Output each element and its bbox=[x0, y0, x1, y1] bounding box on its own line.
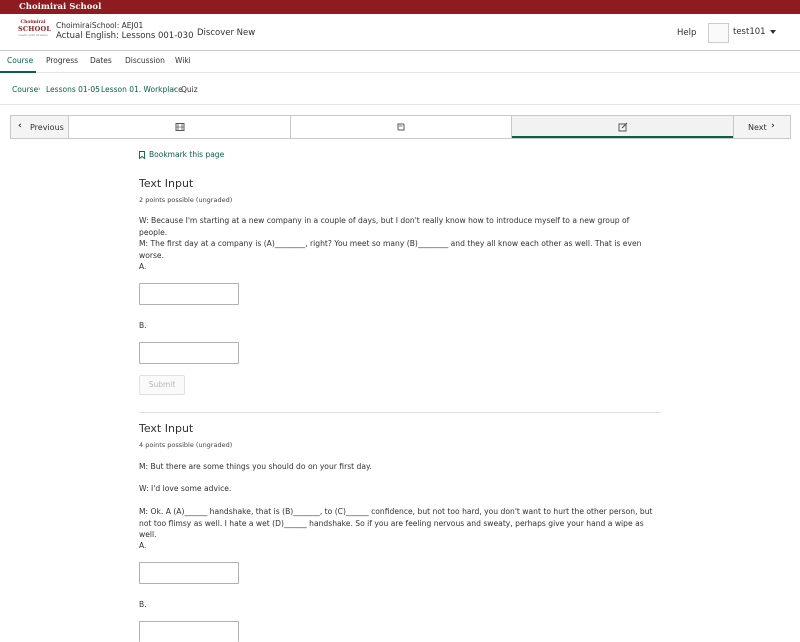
input-label-a: A. bbox=[139, 541, 147, 550]
brand-bar: Choimirai School bbox=[0, 0, 800, 14]
problem-points: 2 points possible (ungraded) bbox=[139, 196, 233, 204]
bookmark-label: Bookmark this page bbox=[149, 150, 225, 159]
help-link[interactable]: Help bbox=[677, 28, 696, 38]
breadcrumb-section[interactable]: Lessons 01-05 bbox=[46, 85, 100, 94]
problem-text: M: The first day at a company is (A)____… bbox=[139, 239, 642, 260]
course-org: ChoimiraiSchool: AEJ01 bbox=[56, 21, 144, 30]
edit-icon bbox=[618, 122, 628, 132]
book-icon bbox=[397, 123, 405, 131]
breadcrumb: Course › Lessons 01-05 › Lesson 01. Work… bbox=[0, 73, 800, 105]
breadcrumb-current: Quiz bbox=[181, 85, 198, 94]
problem-text: W: Because I'm starting at a new company… bbox=[139, 216, 630, 237]
breadcrumb-subsection[interactable]: Lesson 01. Workplace bbox=[101, 85, 183, 94]
chevron-right-icon: › bbox=[93, 85, 96, 93]
tab-wiki[interactable]: Wiki bbox=[175, 56, 191, 65]
tab-course[interactable]: Course bbox=[7, 56, 33, 65]
answer-b-input[interactable] bbox=[139, 342, 239, 364]
answer-b-input[interactable] bbox=[139, 621, 239, 642]
course-tabs: Course Progress Dates Discussion Wiki bbox=[0, 51, 800, 73]
input-label-b: B. bbox=[139, 321, 147, 330]
tab-discussion[interactable]: Discussion bbox=[125, 56, 165, 65]
discover-new-link[interactable]: Discover New bbox=[197, 28, 255, 38]
next-label: Next bbox=[748, 123, 767, 132]
input-label-a: A. bbox=[139, 262, 147, 271]
avatar[interactable] bbox=[708, 23, 729, 43]
breadcrumb-course[interactable]: Course bbox=[12, 85, 38, 94]
previous-button[interactable]: ‹ Previous bbox=[11, 116, 69, 138]
previous-label: Previous bbox=[30, 123, 64, 132]
school-logo[interactable]: Choimirai SCHOOL Learn with Dreams bbox=[18, 20, 52, 46]
unit-tab-video[interactable] bbox=[69, 116, 291, 138]
problem-title: Text Input bbox=[139, 177, 194, 190]
answer-a-input[interactable] bbox=[139, 562, 239, 584]
chevron-left-icon: ‹ bbox=[18, 121, 22, 131]
unit-tab-reading[interactable] bbox=[291, 116, 512, 138]
tab-dates[interactable]: Dates bbox=[90, 56, 112, 65]
problem-text: M: But there are some things you should … bbox=[139, 462, 372, 471]
course-title: Actual English: Lessons 001-030 bbox=[56, 31, 194, 41]
tab-progress[interactable]: Progress bbox=[46, 56, 78, 65]
unit-tab-problem[interactable] bbox=[512, 116, 734, 138]
brand-name: Choimirai School bbox=[19, 2, 102, 12]
chevron-right-icon: › bbox=[173, 85, 176, 93]
input-label-b: B. bbox=[139, 600, 147, 609]
user-menu-chevron-down-icon[interactable] bbox=[770, 30, 776, 34]
bookmark-icon bbox=[139, 151, 145, 159]
problem-text: M: Ok. A (A)______ handshake, that is (B… bbox=[139, 507, 653, 539]
answer-a-input[interactable] bbox=[139, 283, 239, 305]
logo-text-main: SCHOOL bbox=[18, 25, 52, 33]
logo-tagline: Learn with Dreams bbox=[18, 33, 48, 37]
chevron-right-icon: › bbox=[771, 121, 775, 131]
problem-title: Text Input bbox=[139, 422, 194, 435]
sequence-nav: ‹ Previous Next › bbox=[10, 115, 791, 139]
problem-text: W: I'd love some advice. bbox=[139, 484, 232, 493]
problem-points: 4 points possible (ungraded) bbox=[139, 441, 233, 449]
submit-button[interactable]: Submit bbox=[139, 375, 185, 395]
site-header: Choimirai SCHOOL Learn with Dreams Choim… bbox=[0, 14, 800, 51]
film-icon bbox=[175, 123, 185, 131]
username[interactable]: test101 bbox=[733, 27, 766, 37]
problem-divider bbox=[139, 412, 661, 413]
next-button[interactable]: Next › bbox=[733, 116, 790, 138]
chevron-right-icon: › bbox=[38, 85, 41, 93]
